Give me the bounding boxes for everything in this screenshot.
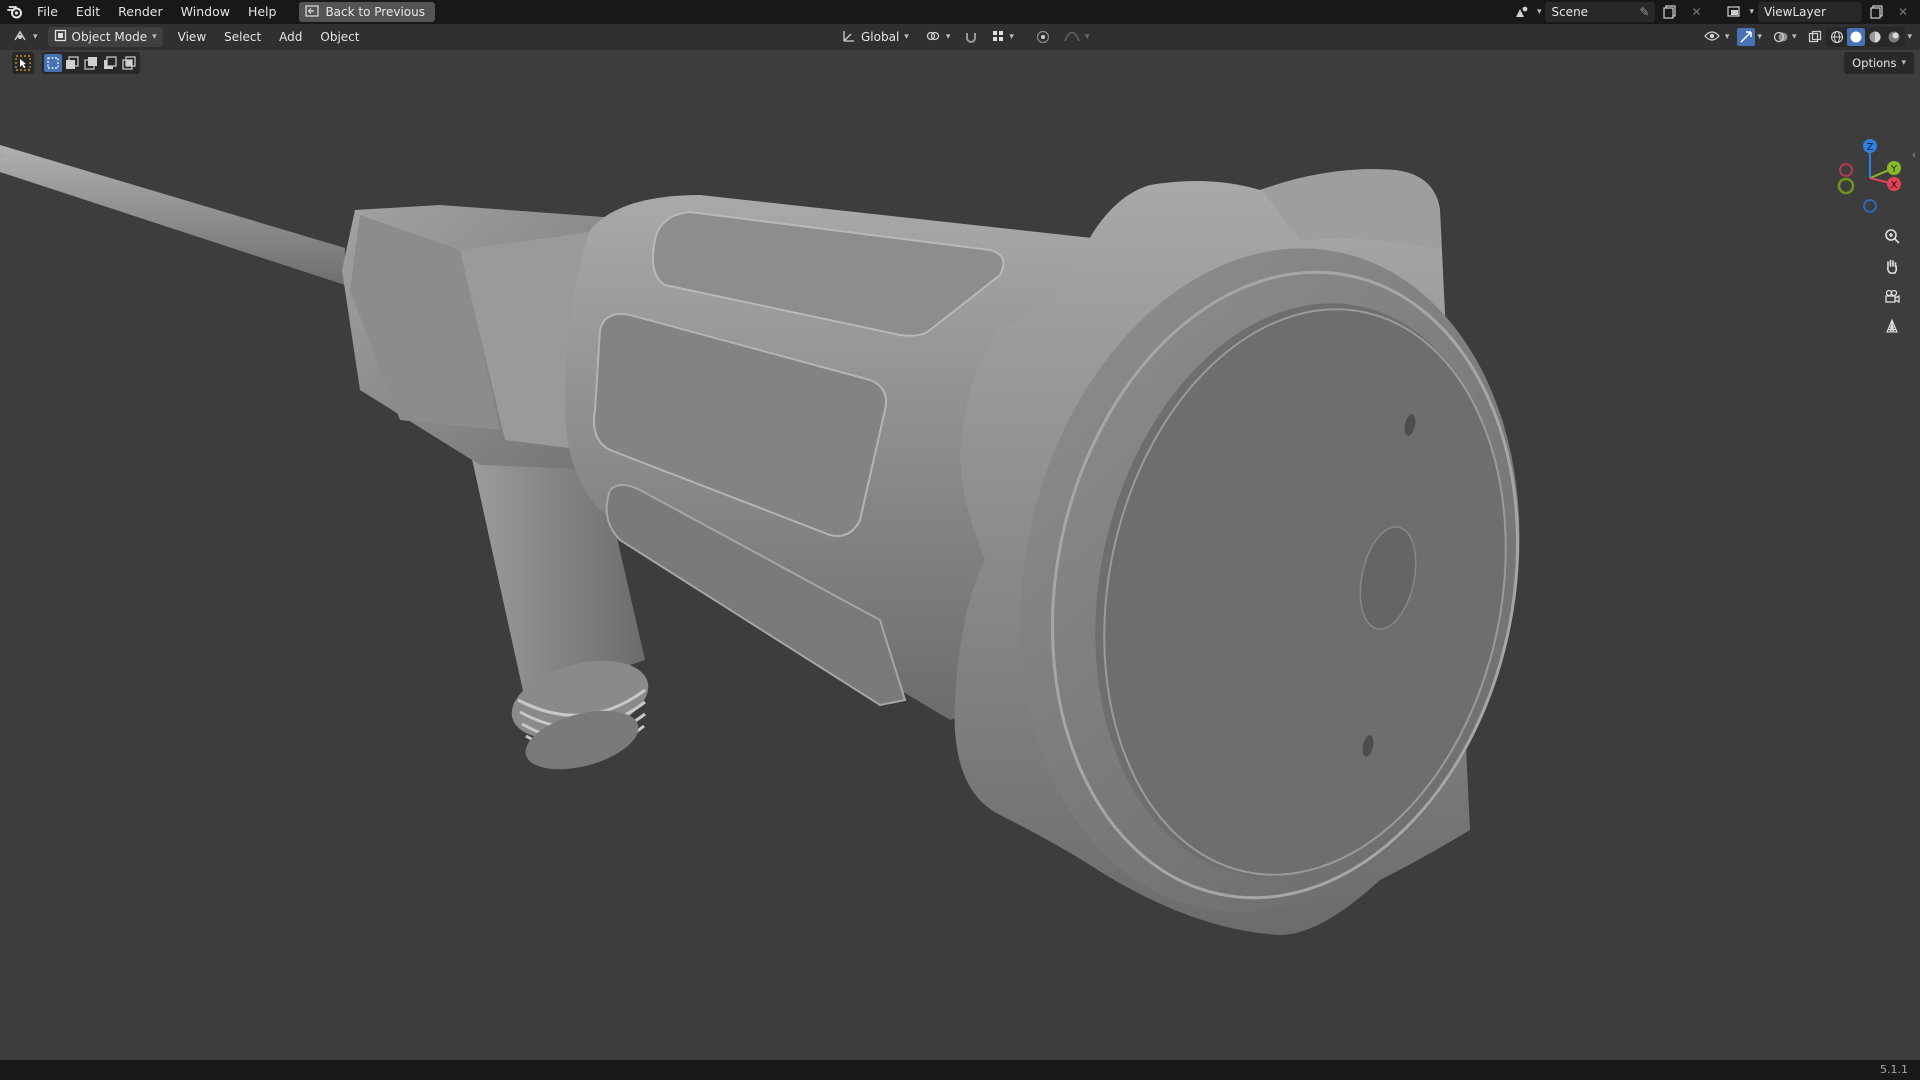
overlays-toggle-icon[interactable]: [1772, 28, 1790, 46]
back-icon: [305, 4, 320, 20]
tool-settings-row: [12, 52, 140, 74]
chevron-down-icon: ▾: [1009, 32, 1014, 42]
chevron-down-icon[interactable]: ▾: [1757, 32, 1762, 42]
menu-help[interactable]: Help: [239, 0, 286, 24]
pivot-icon: [925, 29, 941, 46]
menu-file[interactable]: File: [28, 0, 67, 24]
gizmo-toggle-icon[interactable]: [1737, 28, 1756, 46]
3d-viewport[interactable]: › ‹ Z Y X: [0, 50, 1920, 1060]
transform-orientation-dropdown[interactable]: Global ▾: [836, 27, 915, 47]
visibility-dropdown[interactable]: ▾: [1698, 27, 1736, 47]
scope-rod: [0, 145, 345, 285]
snap-toggle-icon[interactable]: [960, 27, 982, 47]
navigation-buttons: [1880, 224, 1904, 338]
hand-icon[interactable]: [1880, 254, 1904, 278]
blender-logo-icon[interactable]: [2, 0, 28, 24]
chevron-down-icon: ▾: [1084, 32, 1090, 42]
chevron-down-icon[interactable]: ▾: [1749, 7, 1754, 17]
editor-type-selector[interactable]: ▾: [6, 27, 44, 47]
options-dropdown[interactable]: Options ▾: [1844, 52, 1914, 74]
proportional-edit-icon[interactable]: [1032, 27, 1054, 47]
select-extend-icon[interactable]: [63, 54, 81, 72]
object-mode-label: Object Mode: [71, 30, 148, 44]
select-new-icon[interactable]: [44, 54, 62, 72]
z-axis-label: Z: [1867, 142, 1874, 153]
chevron-down-icon: ▾: [33, 32, 38, 42]
new-scene-icon[interactable]: [1659, 2, 1681, 22]
eye-icon: [1704, 30, 1720, 45]
menu-edit[interactable]: Edit: [67, 0, 109, 24]
scene-icon[interactable]: [1511, 2, 1533, 22]
version-label: 5.1.1: [1880, 1063, 1908, 1076]
material-shading-icon[interactable]: [1866, 28, 1884, 46]
select-invert-icon[interactable]: [101, 54, 119, 72]
chevron-down-icon: ▾: [904, 32, 909, 42]
chevron-down-icon[interactable]: ▾: [1537, 7, 1542, 17]
menu-select[interactable]: Select: [215, 24, 270, 50]
camera-icon[interactable]: [1880, 284, 1904, 308]
menu-render[interactable]: Render: [109, 0, 172, 24]
falloff-curve-icon: [1064, 30, 1080, 45]
select-tool-icon[interactable]: [12, 52, 34, 74]
top-menu-bar: File Edit Render Window Help Back to Pre…: [0, 0, 1920, 24]
viewport-icon: [12, 29, 28, 46]
new-view-layer-icon[interactable]: [1866, 2, 1888, 22]
x-axis-label: X: [1891, 180, 1898, 191]
scene-name: Scene: [1551, 5, 1589, 19]
chevron-down-icon[interactable]: ▾: [1907, 32, 1912, 42]
zoom-icon[interactable]: [1880, 224, 1904, 248]
scene-render: [0, 145, 1520, 935]
xray-toggle-icon[interactable]: [1806, 28, 1824, 46]
view-layer-selector[interactable]: ViewLayer: [1758, 2, 1862, 22]
back-to-previous-button[interactable]: Back to Previous: [299, 2, 435, 22]
select-subtract-icon[interactable]: [82, 54, 100, 72]
view-layer-name: ViewLayer: [1764, 5, 1826, 19]
status-bar: 5.1.1: [0, 1060, 1920, 1080]
object-mode-icon: [54, 29, 67, 45]
view-layer-icon[interactable]: [1723, 2, 1745, 22]
selection-mode-group: [42, 52, 140, 74]
chevron-down-icon[interactable]: ▾: [1792, 32, 1797, 42]
solid-shading-icon[interactable]: [1847, 28, 1866, 46]
chevron-down-icon: ▾: [1901, 58, 1906, 68]
pivot-point-dropdown[interactable]: ▾: [919, 27, 957, 47]
options-label: Options: [1852, 56, 1897, 70]
shading-mode-group: [1826, 27, 1906, 47]
sidebar-expand-icon[interactable]: ‹: [1912, 150, 1920, 166]
scene-selector[interactable]: Scene ✎: [1545, 2, 1656, 22]
snap-target-dropdown[interactable]: ▾: [986, 27, 1020, 47]
orientation-icon: [842, 29, 856, 46]
orientation-label: Global: [861, 30, 900, 44]
snap-grid-icon: [992, 30, 1004, 45]
y-axis-label: Y: [1890, 164, 1898, 175]
delete-view-layer-icon[interactable]: ✕: [1892, 2, 1914, 22]
chevron-down-icon: ▾: [1724, 32, 1730, 42]
rendered-shading-icon[interactable]: [1885, 28, 1903, 46]
grid-icon[interactable]: [1880, 314, 1904, 338]
navigation-gizmo[interactable]: Z Y X: [1832, 138, 1908, 218]
chevron-down-icon: ▾: [152, 32, 157, 42]
delete-scene-icon[interactable]: ✕: [1685, 2, 1707, 22]
viewport-header: ▾ Object Mode ▾ View Select Add Object G…: [0, 24, 1920, 50]
wireframe-shading-icon[interactable]: [1828, 28, 1846, 46]
menu-view[interactable]: View: [169, 24, 215, 50]
select-intersect-icon[interactable]: [120, 54, 138, 72]
toolbar-expand-icon[interactable]: ›: [0, 150, 8, 166]
menu-add[interactable]: Add: [270, 24, 311, 50]
pin-icon[interactable]: ✎: [1639, 5, 1649, 19]
menu-object[interactable]: Object: [311, 24, 368, 50]
falloff-dropdown[interactable]: ▾: [1058, 27, 1096, 47]
menu-window[interactable]: Window: [172, 0, 239, 24]
back-to-previous-label: Back to Previous: [325, 5, 425, 19]
object-mode-dropdown[interactable]: Object Mode ▾: [47, 27, 163, 47]
chevron-down-icon: ▾: [945, 32, 951, 42]
